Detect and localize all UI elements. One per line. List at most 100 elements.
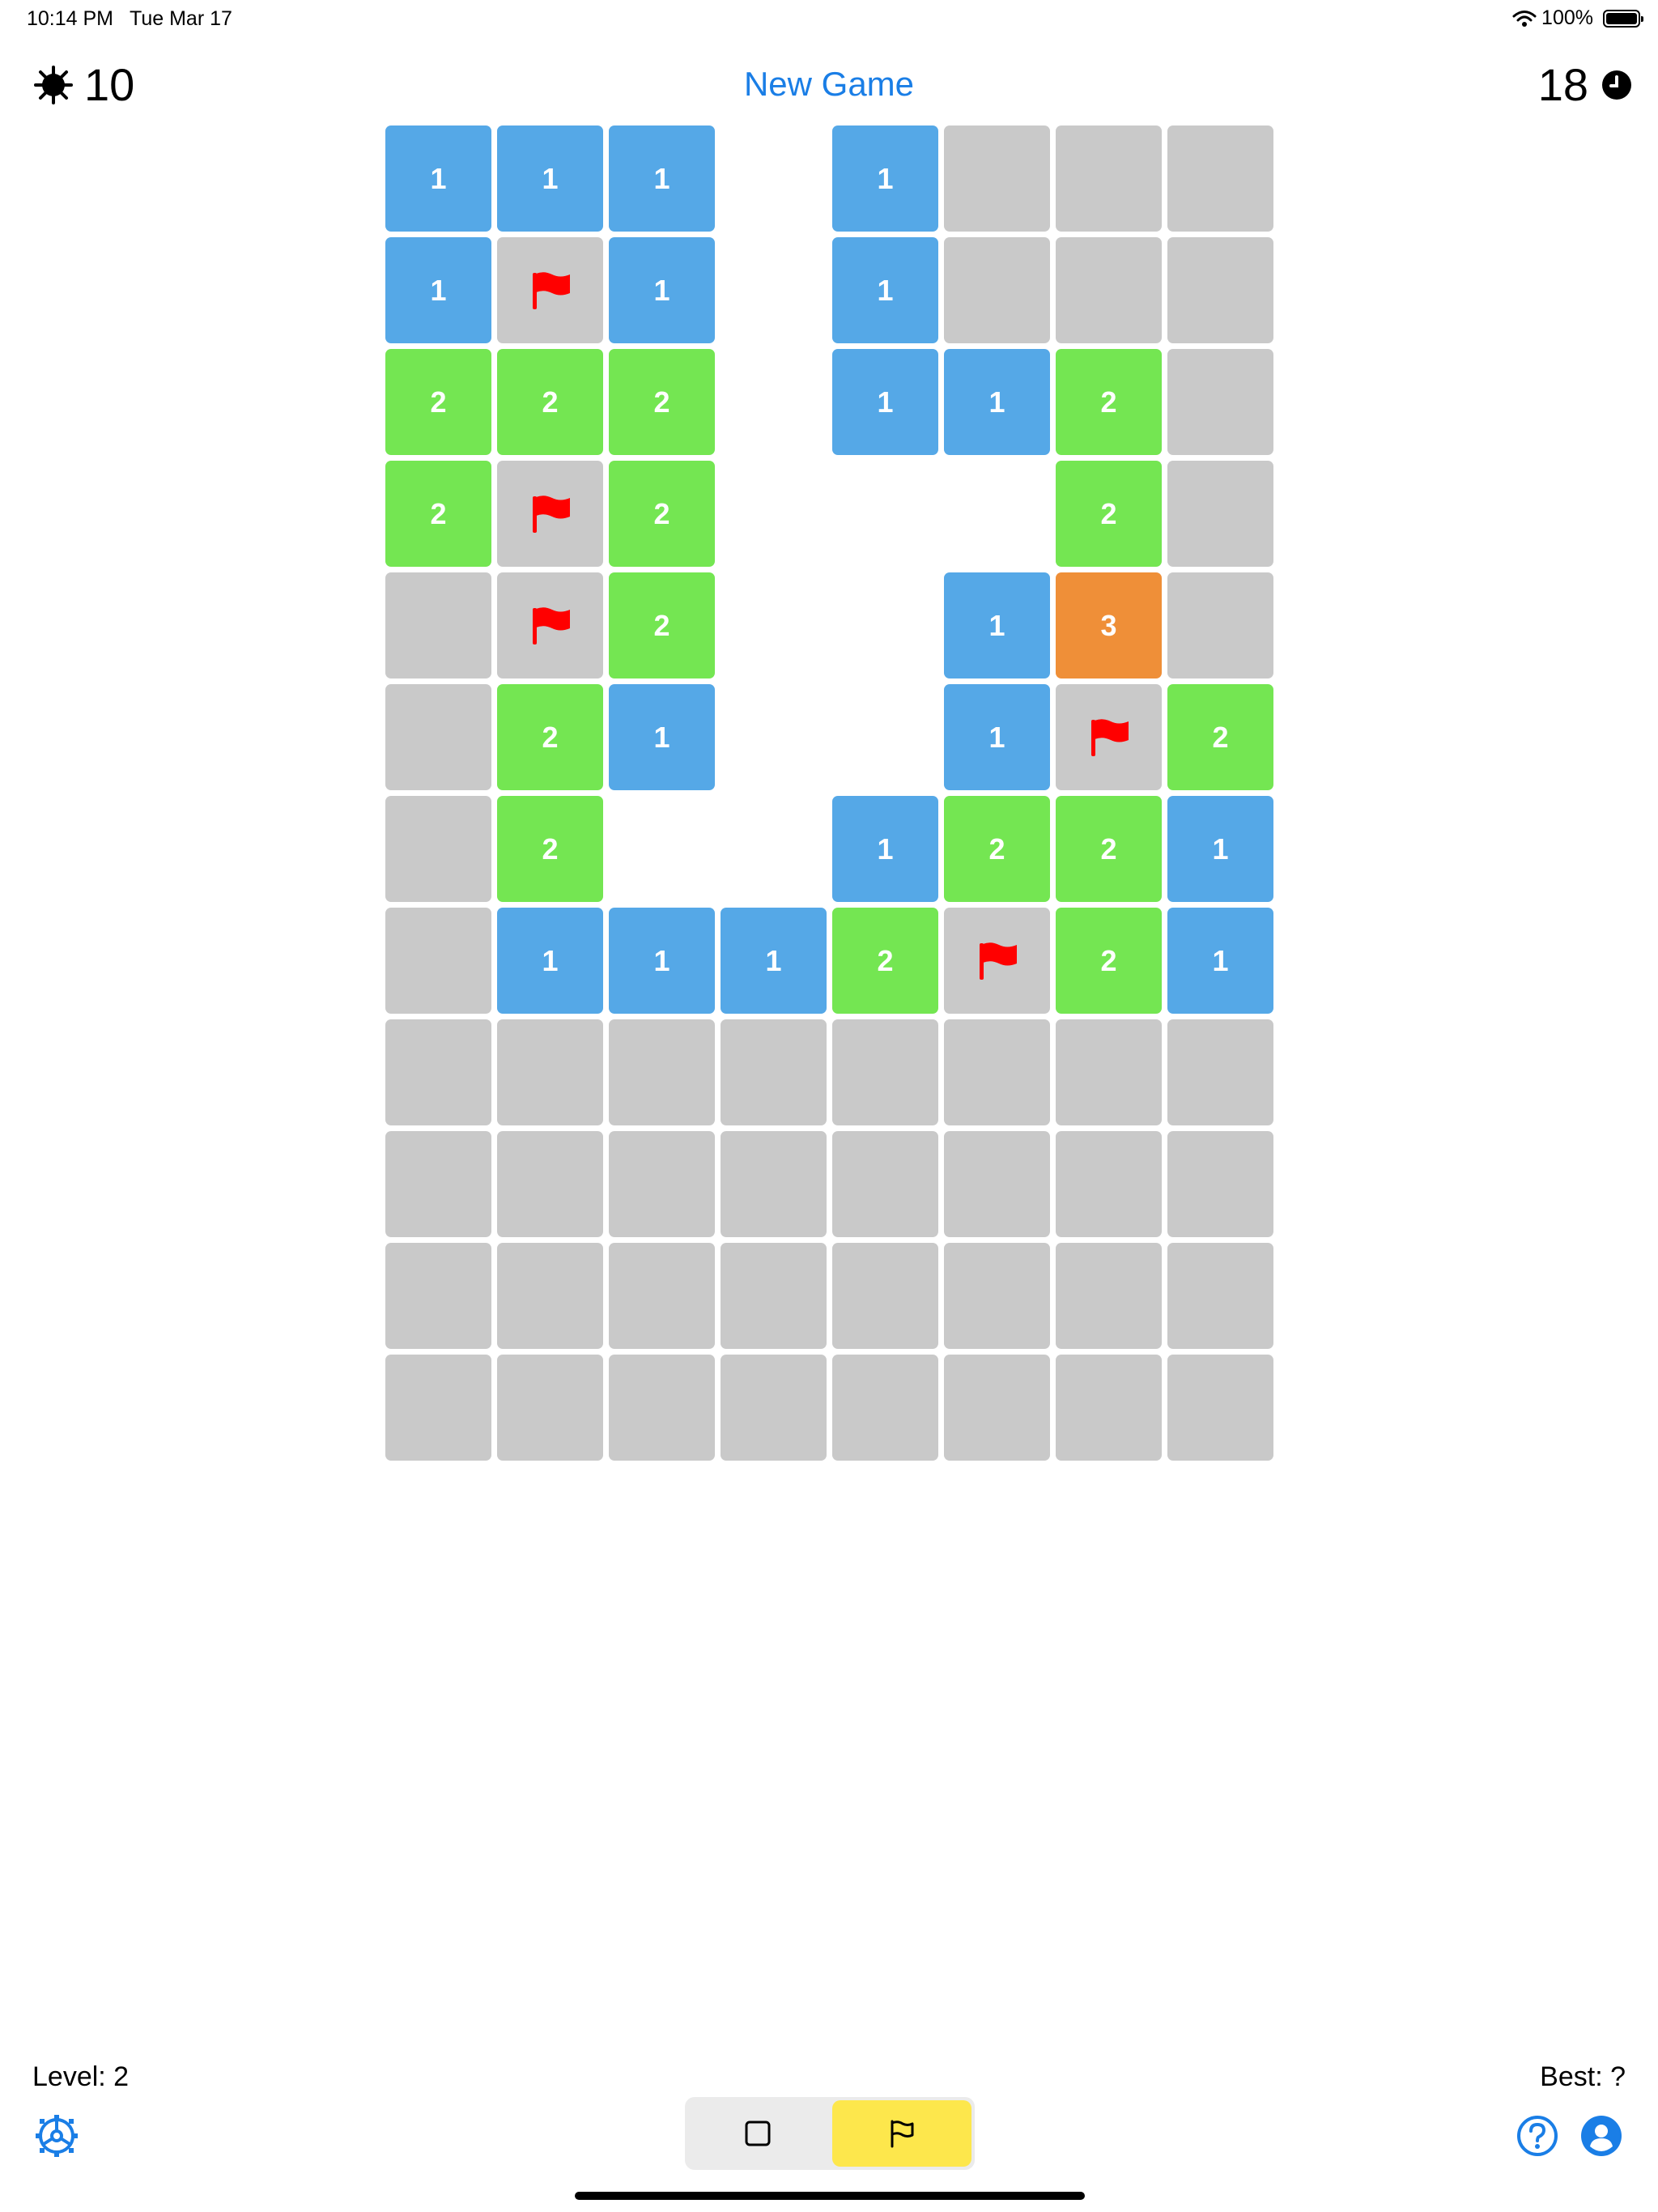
number-cell[interactable]: 1: [832, 125, 938, 232]
number-cell[interactable]: 2: [385, 349, 491, 455]
hidden-cell[interactable]: [944, 1355, 1050, 1461]
number-cell[interactable]: 1: [609, 237, 715, 343]
hidden-cell[interactable]: [832, 1243, 938, 1349]
hidden-cell[interactable]: [944, 1131, 1050, 1237]
hidden-cell[interactable]: [1167, 461, 1273, 567]
number-cell[interactable]: 2: [1056, 461, 1162, 567]
number-cell[interactable]: 1: [1167, 796, 1273, 902]
hidden-cell[interactable]: [385, 1355, 491, 1461]
hidden-cell[interactable]: [1167, 349, 1273, 455]
number-cell[interactable]: 2: [832, 908, 938, 1014]
hidden-cell[interactable]: [1167, 572, 1273, 678]
flag-mode-button[interactable]: [832, 2100, 971, 2167]
number-cell[interactable]: 2: [497, 349, 603, 455]
empty-cell[interactable]: [832, 461, 938, 567]
hidden-cell[interactable]: [385, 1131, 491, 1237]
hidden-cell[interactable]: [832, 1019, 938, 1125]
number-cell[interactable]: 1: [1167, 908, 1273, 1014]
number-cell[interactable]: 3: [1056, 572, 1162, 678]
empty-cell[interactable]: [721, 349, 827, 455]
flagged-cell[interactable]: [497, 572, 603, 678]
number-cell[interactable]: 2: [497, 796, 603, 902]
empty-cell[interactable]: [832, 572, 938, 678]
hidden-cell[interactable]: [609, 1243, 715, 1349]
flagged-cell[interactable]: [497, 237, 603, 343]
empty-cell[interactable]: [721, 461, 827, 567]
hidden-cell[interactable]: [1167, 1019, 1273, 1125]
hidden-cell[interactable]: [721, 1019, 827, 1125]
number-cell[interactable]: 2: [944, 796, 1050, 902]
hidden-cell[interactable]: [497, 1131, 603, 1237]
hidden-cell[interactable]: [944, 125, 1050, 232]
number-cell[interactable]: 1: [832, 349, 938, 455]
number-cell[interactable]: 1: [609, 125, 715, 232]
hidden-cell[interactable]: [385, 796, 491, 902]
hidden-cell[interactable]: [721, 1243, 827, 1349]
hidden-cell[interactable]: [721, 1131, 827, 1237]
hidden-cell[interactable]: [944, 237, 1050, 343]
reveal-mode-button[interactable]: [688, 2100, 827, 2167]
empty-cell[interactable]: [832, 684, 938, 790]
hidden-cell[interactable]: [1056, 125, 1162, 232]
number-cell[interactable]: 1: [944, 349, 1050, 455]
flagged-cell[interactable]: [944, 908, 1050, 1014]
empty-cell[interactable]: [721, 684, 827, 790]
number-cell[interactable]: 1: [385, 125, 491, 232]
flagged-cell[interactable]: [497, 461, 603, 567]
number-cell[interactable]: 1: [832, 237, 938, 343]
hidden-cell[interactable]: [385, 908, 491, 1014]
hidden-cell[interactable]: [1056, 1355, 1162, 1461]
hidden-cell[interactable]: [1056, 1243, 1162, 1349]
hidden-cell[interactable]: [1056, 1131, 1162, 1237]
number-cell[interactable]: 1: [944, 684, 1050, 790]
empty-cell[interactable]: [721, 237, 827, 343]
number-cell[interactable]: 1: [497, 908, 603, 1014]
hidden-cell[interactable]: [609, 1019, 715, 1125]
empty-cell[interactable]: [721, 572, 827, 678]
empty-cell[interactable]: [944, 461, 1050, 567]
hidden-cell[interactable]: [1167, 125, 1273, 232]
number-cell[interactable]: 1: [721, 908, 827, 1014]
empty-cell[interactable]: [609, 796, 715, 902]
hidden-cell[interactable]: [385, 1019, 491, 1125]
hidden-cell[interactable]: [497, 1355, 603, 1461]
empty-cell[interactable]: [721, 125, 827, 232]
help-icon[interactable]: [1516, 2115, 1558, 2157]
new-game-button[interactable]: New Game: [0, 65, 1658, 104]
hidden-cell[interactable]: [1167, 1243, 1273, 1349]
number-cell[interactable]: 1: [385, 237, 491, 343]
number-cell[interactable]: 2: [1056, 908, 1162, 1014]
hidden-cell[interactable]: [497, 1019, 603, 1125]
hidden-cell[interactable]: [1167, 1131, 1273, 1237]
number-cell[interactable]: 2: [1167, 684, 1273, 790]
hidden-cell[interactable]: [1056, 1019, 1162, 1125]
hidden-cell[interactable]: [385, 572, 491, 678]
number-cell[interactable]: 2: [497, 684, 603, 790]
hidden-cell[interactable]: [1167, 237, 1273, 343]
gear-icon[interactable]: [34, 2113, 79, 2159]
number-cell[interactable]: 2: [609, 461, 715, 567]
hidden-cell[interactable]: [385, 1243, 491, 1349]
number-cell[interactable]: 2: [385, 461, 491, 567]
user-icon[interactable]: [1580, 2115, 1622, 2157]
flagged-cell[interactable]: [1056, 684, 1162, 790]
hidden-cell[interactable]: [944, 1243, 1050, 1349]
hidden-cell[interactable]: [1056, 237, 1162, 343]
empty-cell[interactable]: [721, 796, 827, 902]
number-cell[interactable]: 2: [1056, 349, 1162, 455]
number-cell[interactable]: 2: [1056, 796, 1162, 902]
hidden-cell[interactable]: [832, 1355, 938, 1461]
number-cell[interactable]: 1: [832, 796, 938, 902]
hidden-cell[interactable]: [609, 1355, 715, 1461]
number-cell[interactable]: 2: [609, 572, 715, 678]
number-cell[interactable]: 1: [609, 684, 715, 790]
hidden-cell[interactable]: [1167, 1355, 1273, 1461]
hidden-cell[interactable]: [385, 684, 491, 790]
hidden-cell[interactable]: [609, 1131, 715, 1237]
hidden-cell[interactable]: [721, 1355, 827, 1461]
hidden-cell[interactable]: [832, 1131, 938, 1237]
number-cell[interactable]: 1: [609, 908, 715, 1014]
number-cell[interactable]: 1: [944, 572, 1050, 678]
hidden-cell[interactable]: [944, 1019, 1050, 1125]
hidden-cell[interactable]: [497, 1243, 603, 1349]
